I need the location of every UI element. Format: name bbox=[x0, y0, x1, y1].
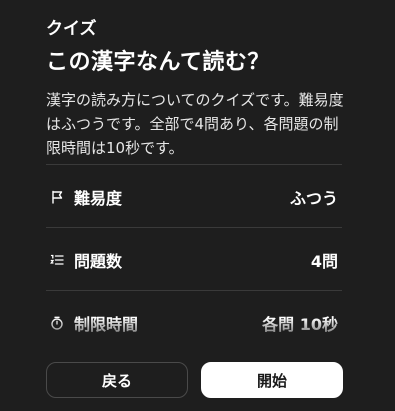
detail-value: 各問 10秒 bbox=[262, 315, 338, 334]
start-button[interactable]: 開始 bbox=[201, 362, 343, 398]
detail-label: 問題数 bbox=[74, 252, 123, 271]
detail-row-difficulty: 難易度 ふつう bbox=[46, 164, 342, 227]
page-title: この漢字なんて読む？ bbox=[46, 50, 270, 75]
flag-icon bbox=[50, 190, 64, 204]
detail-value: ふつう bbox=[289, 189, 338, 208]
action-bar: 戻る 開始 bbox=[0, 352, 395, 411]
detail-label: 難易度 bbox=[74, 189, 123, 208]
section-kicker: クイズ bbox=[46, 19, 97, 39]
back-button[interactable]: 戻る bbox=[46, 362, 188, 398]
numbered-list-icon bbox=[50, 253, 64, 267]
detail-row-question-count: 問題数 4問 bbox=[46, 227, 342, 290]
quiz-description: 漢字の読み方についてのクイズです。難易度はふつうです。全部で4問あり、各問題の制… bbox=[46, 91, 344, 157]
detail-row-time-limit: 制限時間 各問 10秒 bbox=[46, 290, 342, 353]
timer-icon bbox=[50, 316, 64, 330]
detail-label: 制限時間 bbox=[74, 315, 139, 334]
quiz-details-list: 難易度 ふつう 問題数 4問 制限時間 各問 10秒 bbox=[46, 164, 342, 353]
quiz-intro-screen: クイズ この漢字なんて読む？ 漢字の読み方についてのクイズです。難易度はふつうで… bbox=[0, 0, 395, 411]
detail-value: 4問 bbox=[310, 252, 338, 271]
